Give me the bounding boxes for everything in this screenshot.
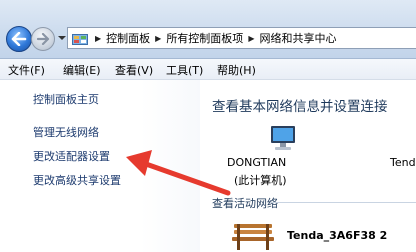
back-button[interactable]	[6, 26, 32, 52]
breadcrumb-separator-icon[interactable]: ▶	[248, 34, 254, 43]
menu-file[interactable]: 文件(F)	[8, 62, 45, 78]
chevron-down-icon	[58, 36, 66, 40]
breadcrumb-separator-icon[interactable]: ▶	[155, 34, 161, 43]
page-title: 查看基本网络信息并设置连接	[212, 99, 388, 115]
breadcrumb-item-control-panel[interactable]: 控制面板	[106, 30, 150, 46]
link-change-advanced-sharing[interactable]: 更改高级共享设置	[33, 172, 121, 188]
breadcrumb-separator-icon[interactable]: ▶	[95, 34, 101, 43]
breadcrumb-item-network-center[interactable]: 网络和共享中心	[259, 30, 336, 46]
control-panel-icon	[72, 31, 88, 45]
breadcrumb[interactable]: ▶ 控制面板 ▶ 所有控制面板项 ▶ 网络和共享中心	[67, 27, 416, 49]
recent-pages-dropdown[interactable]	[58, 35, 66, 43]
divider	[270, 202, 416, 203]
computer-icon[interactable]	[268, 125, 300, 153]
computer-subtitle: (此计算机)	[234, 174, 287, 187]
bench-network-icon[interactable]	[230, 220, 276, 252]
breadcrumb-item-all-items[interactable]: 所有控制面板项	[166, 30, 243, 46]
link-control-panel-home[interactable]: 控制面板主页	[33, 91, 99, 107]
menu-help[interactable]: 帮助(H)	[217, 62, 256, 78]
link-change-adapter-settings[interactable]: 更改适配器设置	[33, 148, 110, 164]
forward-arrow-icon	[36, 33, 50, 45]
computer-name[interactable]: DONGTIAN	[227, 156, 286, 169]
menu-view[interactable]: 查看(V)	[115, 62, 153, 78]
main-content: 查看基本网络信息并设置连接 DONGTIAN (此计算机) Tenda 查看活动…	[200, 80, 416, 252]
menu-edit[interactable]: 编辑(E)	[63, 62, 101, 78]
active-networks-heading: 查看活动网络	[212, 197, 278, 210]
forward-button[interactable]	[31, 27, 55, 51]
back-arrow-icon	[11, 32, 27, 46]
menu-tools[interactable]: 工具(T)	[166, 62, 203, 78]
active-network-name: Tenda_3A6F38 2	[287, 229, 388, 242]
task-pane: 控制面板主页 管理无线网络 更改适配器设置 更改高级共享设置	[0, 80, 200, 252]
network-name[interactable]: Tenda	[390, 156, 416, 169]
link-manage-wireless[interactable]: 管理无线网络	[33, 124, 99, 140]
menu-bar: 文件(F) 编辑(E) 查看(V) 工具(T) 帮助(H)	[0, 59, 416, 80]
address-bar: ▶ 控制面板 ▶ 所有控制面板项 ▶ 网络和共享中心	[0, 0, 416, 59]
